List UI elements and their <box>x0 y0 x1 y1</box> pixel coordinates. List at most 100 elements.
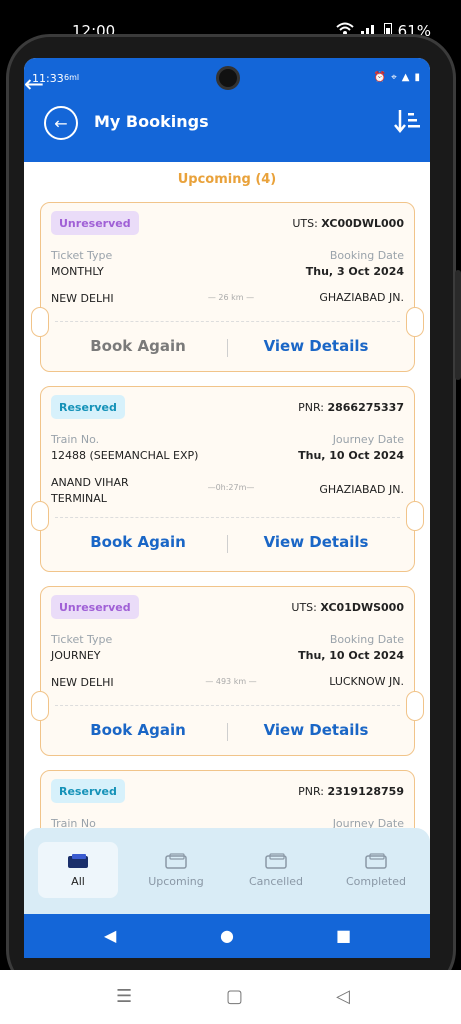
page-title: My Bookings <box>94 112 209 131</box>
distance-value: 493 km <box>215 677 247 686</box>
right-label: Booking Date <box>329 249 404 262</box>
arrow-left-icon: ← <box>54 113 68 133</box>
code-value: XC01DWS000 <box>320 601 404 614</box>
card-notch-right <box>406 307 424 337</box>
sort-icon[interactable] <box>394 108 422 134</box>
ticket-icon <box>165 852 187 869</box>
carrier-label: 6ml <box>64 73 80 82</box>
card-actions: Book Again View Details <box>41 721 414 745</box>
view-details-button[interactable]: View Details <box>241 533 391 551</box>
lte-icon: ▲ <box>401 72 410 83</box>
back-arrow-icon[interactable]: ← <box>24 70 44 98</box>
back-triangle-icon[interactable]: ◀ <box>104 926 116 945</box>
right-label: Booking Date <box>329 633 404 646</box>
booking-card: Unreserved UTS: XC00DWL000 Ticket Type B… <box>31 202 424 372</box>
action-separator <box>227 339 228 357</box>
distance-value: 0h:27m <box>215 483 247 492</box>
ticket-icon <box>365 852 387 869</box>
from-station: NEW DELHI <box>51 676 114 689</box>
android-nav-bar: ◀ ● ■ <box>24 914 430 958</box>
code-label: UTS: <box>292 217 318 230</box>
book-again-button[interactable]: Book Again <box>63 721 213 739</box>
section-title: Upcoming (4) <box>177 172 277 187</box>
from-station: NEW DELHI <box>51 292 114 305</box>
code-label: UTS: <box>291 601 317 614</box>
ticket-icon <box>265 852 287 869</box>
code-label: PNR: <box>298 401 324 414</box>
ticket-code: PNR: 2866275337 <box>298 401 404 414</box>
app-screen: 11:33 6ml ⏰ ⌖ ▲ ▮ ← ← My Bookings Upcomi… <box>24 58 430 958</box>
tab-label: Cancelled <box>248 874 304 888</box>
alarm-icon: ⏰ <box>373 72 387 83</box>
card-actions: Book Again View Details <box>41 337 414 361</box>
tab-label: Completed <box>346 874 406 888</box>
to-station: GHAZIABAD JN. <box>319 291 404 304</box>
back-button[interactable]: ← <box>44 106 78 140</box>
ticket-code: UTS: XC01DWS000 <box>291 601 404 614</box>
ticket-code: PNR: 2319128759 <box>298 785 404 798</box>
divider <box>55 517 400 518</box>
right-value: Thu, 10 Oct 2024 <box>298 649 404 662</box>
action-separator <box>227 535 228 553</box>
left-label: Ticket Type <box>51 249 113 262</box>
left-label: Train No. <box>51 433 100 446</box>
book-again-button[interactable]: Book Again <box>63 533 213 551</box>
distance-value: 26 km <box>218 293 244 302</box>
left-label: Ticket Type <box>51 633 113 646</box>
status-badge: Reserved <box>51 779 125 803</box>
distance: — 493 km — <box>205 677 257 686</box>
card-actions: Book Again View Details <box>41 533 414 557</box>
right-value: Thu, 3 Oct 2024 <box>305 265 404 278</box>
status-badge: Unreserved <box>51 211 139 235</box>
view-details-button[interactable]: View Details <box>241 721 391 739</box>
distance: —0h:27m— <box>207 483 255 492</box>
app-header: 11:33 6ml ⏰ ⌖ ▲ ▮ ← ← My Bookings <box>24 58 430 162</box>
bottom-tab-bar: All Upcoming Cancelled Completed <box>24 828 430 914</box>
distance: — 26 km — <box>207 293 255 302</box>
divider <box>55 705 400 706</box>
code-value: XC00DWL000 <box>321 217 404 230</box>
code-value: 2319128759 <box>327 785 404 798</box>
right-label: Journey Date <box>332 433 404 446</box>
card-notch-left <box>31 307 49 337</box>
to-station: LUCKNOW JN. <box>329 675 404 688</box>
tab-completed[interactable]: Completed <box>336 842 416 898</box>
code-label: PNR: <box>298 785 324 798</box>
right-value: Thu, 10 Oct 2024 <box>298 449 404 462</box>
device-status-bar: 12:00 61% <box>0 0 461 40</box>
device-nav-bar: ☰ ▢ ◁ <box>0 970 461 1024</box>
status-badge: Reserved <box>51 395 125 419</box>
ticket-icon <box>68 853 88 868</box>
booking-card: Unreserved UTS: XC01DWS000 Ticket Type B… <box>31 586 424 756</box>
left-value: 12488 (SEEMANCHAL EXP) <box>51 449 199 462</box>
back-chevron-icon[interactable]: ◁ <box>336 986 350 1007</box>
code-value: 2866275337 <box>327 401 404 414</box>
card-notch-right <box>406 501 424 531</box>
phone-side-button <box>455 270 461 380</box>
ticket-code: UTS: XC00DWL000 <box>292 217 404 230</box>
recents-square-icon[interactable]: ■ <box>336 926 351 945</box>
home-square-icon[interactable]: ▢ <box>226 986 243 1007</box>
tab-upcoming[interactable]: Upcoming <box>136 842 216 898</box>
battery-small-icon: ▮ <box>414 72 420 83</box>
view-details-button[interactable]: View Details <box>241 337 391 355</box>
to-station: GHAZIABAD JN. <box>319 483 404 496</box>
from-station: ANAND VIHAR TERMINAL <box>51 476 129 505</box>
action-separator <box>227 723 228 741</box>
camera-cutout <box>216 66 240 90</box>
book-again-button[interactable]: Book Again <box>63 337 213 355</box>
left-value: MONTHLY <box>51 265 104 278</box>
home-circle-icon[interactable]: ● <box>220 926 234 945</box>
inner-status-icons: ⏰ ⌖ ▲ ▮ <box>374 72 420 83</box>
tab-label: Upcoming <box>148 874 204 888</box>
booking-card: Reserved PNR: 2866275337 Train No. Journ… <box>31 386 424 572</box>
tab-all[interactable]: All <box>38 842 118 898</box>
left-value: JOURNEY <box>51 649 101 662</box>
status-badge: Unreserved <box>51 595 139 619</box>
location-icon: ⌖ <box>391 72 397 83</box>
tab-cancelled[interactable]: Cancelled <box>236 842 316 898</box>
card-notch-left <box>31 501 49 531</box>
card-notch-right <box>406 691 424 721</box>
card-notch-left <box>31 691 49 721</box>
recents-lines-icon[interactable]: ☰ <box>116 986 132 1007</box>
